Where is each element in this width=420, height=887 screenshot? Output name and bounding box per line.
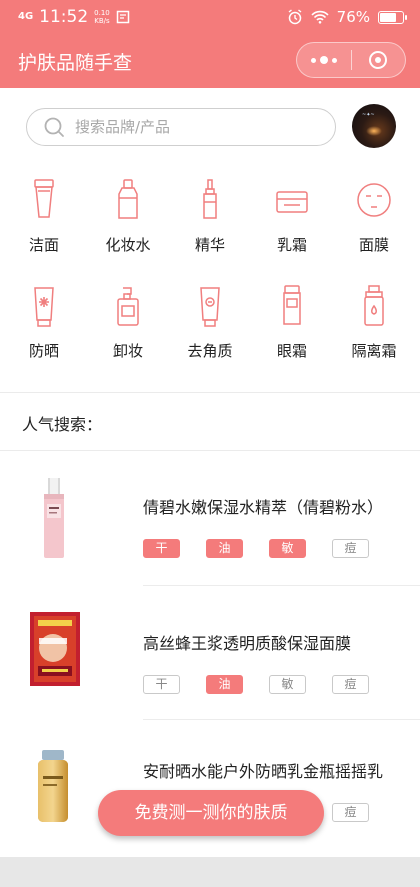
search-bar[interactable]	[26, 108, 336, 146]
category-label: 化妆水	[105, 236, 151, 254]
category-label: 精华	[194, 236, 225, 254]
cleanser-tube-icon	[34, 179, 54, 218]
avatar-image-icon: ~✦~	[362, 112, 375, 118]
product-name: 高丝蜂王浆透明质酸保湿面膜	[143, 634, 352, 653]
category-serum[interactable]: 精华	[168, 178, 252, 255]
more-dot-icon	[332, 57, 337, 63]
wifi-icon	[311, 10, 329, 24]
signal-indicator: 4G	[18, 11, 34, 22]
category-mask[interactable]: 面膜	[332, 178, 416, 255]
network-speed-value: 0.10	[94, 9, 110, 17]
category-label: 洁面	[28, 236, 59, 254]
category-primer[interactable]: 隔离霜	[332, 284, 416, 361]
product-image	[38, 750, 68, 822]
avatar[interactable]: ~✦~	[352, 104, 396, 148]
skin-tag-oily: 油	[206, 675, 243, 694]
popular-search-title: 人气搜索：	[22, 415, 103, 434]
pump-bottle-icon	[117, 287, 139, 326]
battery-icon	[378, 10, 407, 24]
more-menu-button[interactable]	[297, 42, 351, 78]
category-toner[interactable]: 化妆水	[86, 178, 170, 255]
cream-jar-icon	[276, 191, 308, 213]
category-label: 面膜	[358, 236, 389, 254]
row-divider	[143, 585, 420, 586]
search-icon	[44, 117, 64, 137]
category-label: 防晒	[28, 342, 59, 360]
page-title: 护肤品随手查	[18, 52, 133, 74]
category-eye-cream[interactable]: 眼霜	[250, 284, 334, 361]
alarm-icon	[288, 9, 302, 25]
battery-percent: 76%	[336, 8, 370, 26]
skin-tag-dry: 干	[143, 539, 180, 558]
row-divider	[143, 719, 420, 720]
skin-tag-sensitive: 敏	[269, 675, 306, 694]
skin-tag-acne: 痘	[332, 539, 369, 558]
category-label: 眼霜	[276, 342, 307, 360]
section-divider	[0, 450, 420, 451]
category-exfoliator[interactable]: 去角质	[168, 284, 252, 361]
status-bar: 4G 11:52 0.10 KB/s 76%	[0, 0, 420, 34]
skin-test-button[interactable]: 免费测一测你的肤质	[98, 790, 324, 836]
close-miniprogram-button[interactable]	[352, 42, 405, 78]
product-name: 倩碧水嫩保湿水精萃（倩碧粉水）	[143, 498, 384, 517]
category-cleanser[interactable]: 洁面	[2, 178, 86, 255]
exfoliator-tube-icon	[200, 287, 220, 327]
skin-tag-dry: 干	[143, 675, 180, 694]
category-label: 隔离霜	[351, 342, 397, 360]
primer-bottle-icon	[364, 285, 384, 326]
category-label: 去角质	[187, 342, 233, 360]
product-image	[44, 478, 64, 558]
category-sunscreen[interactable]: 防晒	[2, 284, 86, 361]
product-name: 安耐晒水能户外防晒乳金瓶摇摇乳	[143, 762, 384, 781]
miniprogram-capsule	[296, 42, 406, 78]
category-makeup-remover[interactable]: 卸妆	[86, 284, 170, 361]
serum-dropper-icon	[203, 179, 217, 219]
notification-icon	[116, 10, 130, 24]
category-cream[interactable]: 乳霜	[250, 178, 334, 255]
network-speed: 0.10 KB/s	[94, 9, 110, 25]
skin-type-tags: 干 油 敏 痘	[143, 539, 369, 558]
product-item[interactable]: 高丝蜂王浆透明质酸保湿面膜 干 油 敏 痘	[0, 596, 420, 730]
nav-bar: 护肤品随手查	[0, 34, 420, 88]
search-input[interactable]	[75, 118, 305, 136]
more-dot-icon	[311, 57, 316, 63]
category-label: 卸妆	[112, 342, 143, 360]
skin-tag-acne: 痘	[332, 803, 369, 822]
target-close-icon	[369, 51, 388, 69]
product-image	[30, 612, 80, 686]
skin-tag-acne: 痘	[332, 675, 369, 694]
skin-type-tags: 干 油 敏 痘	[143, 675, 369, 694]
more-dot-icon	[320, 56, 328, 64]
bottom-bar	[0, 857, 420, 887]
section-divider	[0, 392, 420, 393]
skin-tag-sensitive: 敏	[269, 539, 306, 558]
category-label: 乳霜	[276, 236, 307, 254]
sunscreen-icon	[34, 287, 54, 327]
skin-tag-oily: 油	[206, 539, 243, 558]
face-mask-icon	[357, 183, 391, 217]
network-speed-unit: KB/s	[94, 17, 110, 25]
product-item[interactable]: 倩碧水嫩保湿水精萃（倩碧粉水） 干 油 敏 痘	[0, 460, 420, 594]
status-time: 11:52	[39, 7, 89, 27]
toner-bottle-icon	[118, 179, 138, 219]
battery-fill	[380, 12, 396, 22]
eye-cream-icon	[283, 285, 301, 325]
